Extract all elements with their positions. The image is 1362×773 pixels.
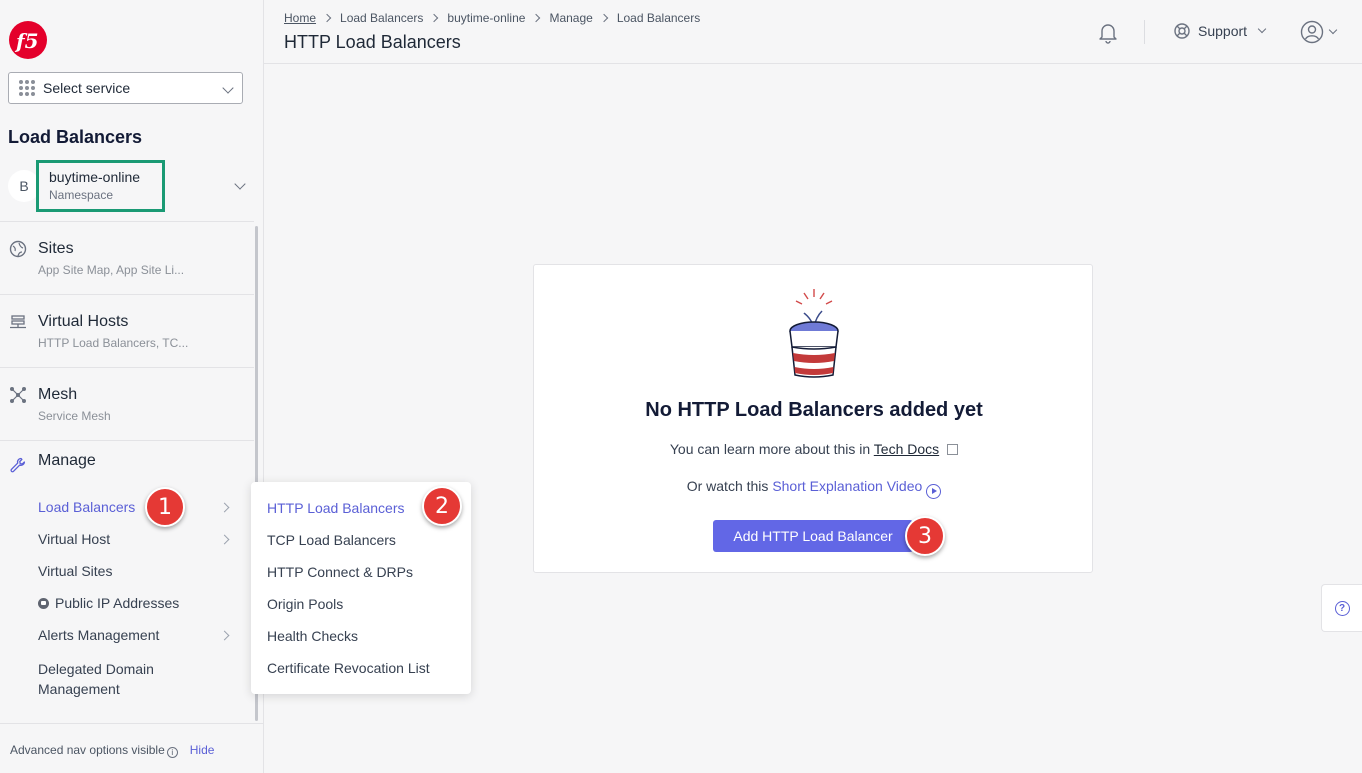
chevron-right-icon <box>322 13 332 23</box>
sidebar-item-load-balancers[interactable]: Load Balancers <box>38 499 238 515</box>
server-stack-icon <box>10 315 26 329</box>
sidebar-item-delegated-domain-management[interactable]: Delegated Domain Management <box>38 659 188 699</box>
chevron-down-icon <box>234 178 246 190</box>
flyout-item-http-connect-drps[interactable]: HTTP Connect & DRPs <box>267 564 413 580</box>
nav-item-manage[interactable]: Manage <box>0 452 254 473</box>
sidebar-item-label: Public IP Addresses <box>55 595 180 611</box>
nav-item-title: Sites <box>38 240 74 257</box>
chevron-down-icon <box>1328 25 1338 35</box>
sidebar-item-virtual-sites[interactable]: Virtual Sites <box>38 563 238 579</box>
sidebar-item-virtual-host[interactable]: Virtual Host <box>38 531 238 547</box>
info-icon[interactable]: i <box>166 747 178 758</box>
add-http-load-balancer-button[interactable]: Add HTTP Load Balancer <box>713 520 913 552</box>
nav-item-subtitle: App Site Map, App Site Li... <box>38 263 185 277</box>
chevron-down-icon <box>1257 24 1267 34</box>
app-grid-icon <box>19 80 35 96</box>
f5-logo[interactable]: f5 <box>8 20 48 60</box>
short-explanation-video-link[interactable]: Short Explanation Video <box>772 478 922 494</box>
nav-item-subtitle: HTTP Load Balancers, TC... <box>38 336 189 350</box>
support-label: Support <box>1198 23 1248 39</box>
sidebar-footer: Advanced nav options visible i Hide <box>0 723 264 773</box>
chevron-down-icon <box>222 82 234 94</box>
nav-item-title: Mesh <box>38 386 78 403</box>
step-callout-3: 3 <box>905 516 945 556</box>
hide-link[interactable]: Hide <box>190 743 215 757</box>
bell-icon[interactable] <box>1096 20 1120 44</box>
support-menu[interactable]: Support <box>1173 22 1267 40</box>
nav-item-title: Virtual Hosts <box>38 313 129 330</box>
namespace-name: buytime-online <box>49 169 141 185</box>
tech-docs-link[interactable]: Tech Docs <box>874 441 939 457</box>
flyout-item-health-checks[interactable]: Health Checks <box>267 628 358 644</box>
breadcrumb-namespace[interactable]: buytime-online <box>447 11 525 25</box>
wrench-icon <box>10 457 26 473</box>
sidebar: f5 Select service Load Balancers B buyti… <box>0 0 264 773</box>
external-link-icon[interactable] <box>947 444 959 455</box>
help-button[interactable]: ? <box>1321 584 1362 632</box>
sidebar-section-title: Load Balancers <box>8 127 143 147</box>
breadcrumb: Home Load Balancers buytime-online Manag… <box>284 11 700 25</box>
flyout-item-origin-pools[interactable]: Origin Pools <box>267 596 343 612</box>
empty-state-title: No HTTP Load Balancers added yet <box>645 399 983 421</box>
nav-item-mesh[interactable]: Mesh Service Mesh <box>0 368 254 440</box>
svg-text:f5: f5 <box>14 29 39 53</box>
video-prefix-text: Or watch this <box>686 478 769 494</box>
lock-icon <box>38 598 49 609</box>
breadcrumb-current: Load Balancers <box>616 11 701 25</box>
sidebar-item-public-ip-addresses[interactable]: Public IP Addresses <box>38 595 238 611</box>
breadcrumb-load-balancers[interactable]: Load Balancers <box>340 11 423 25</box>
sidebar-item-label: Load Balancers <box>38 499 136 515</box>
play-circle-icon[interactable] <box>926 483 942 499</box>
chevron-right-icon <box>532 13 541 23</box>
top-header: Home Load Balancers buytime-online Manag… <box>264 0 1362 64</box>
empty-state-docs-line: You can learn more about this in Tech Do… <box>534 441 1094 457</box>
plant-pot-illustration <box>789 289 839 378</box>
sidebar-item-label: Virtual Host <box>38 531 111 547</box>
breadcrumb-manage[interactable]: Manage <box>549 11 592 25</box>
mesh-icon <box>10 387 26 403</box>
namespace-selector[interactable]: B buytime-online Namespace <box>8 160 256 212</box>
step-callout-1: 1 <box>145 487 185 527</box>
page-title: HTTP Load Balancers <box>284 32 461 52</box>
chevron-right-icon <box>219 534 230 545</box>
manage-title: Manage <box>38 452 96 469</box>
select-service-label: Select service <box>43 80 131 96</box>
flyout-item-certificate-revocation-list[interactable]: Certificate Revocation List <box>267 660 430 676</box>
step-callout-2: 2 <box>422 486 462 526</box>
chevron-right-icon <box>430 13 439 23</box>
advanced-nav-text: Advanced nav options visible <box>10 743 165 757</box>
nav-item-subtitle: Service Mesh <box>38 409 111 423</box>
user-menu[interactable] <box>1300 20 1338 44</box>
nav-item-virtual-hosts[interactable]: Virtual Hosts HTTP Load Balancers, TC... <box>0 295 254 367</box>
select-service-dropdown[interactable]: Select service <box>8 72 243 104</box>
namespace-highlight-box: buytime-online Namespace <box>36 160 165 212</box>
chevron-right-icon <box>219 630 230 641</box>
nav-item-sites[interactable]: Sites App Site Map, App Site Li... <box>0 222 254 294</box>
lifebuoy-icon <box>1174 23 1190 39</box>
flyout-item-http-load-balancers[interactable]: HTTP Load Balancers <box>267 500 404 516</box>
sidebar-item-label: Delegated Domain Management <box>38 661 154 697</box>
sidebar-item-label: Virtual Sites <box>38 563 113 579</box>
sidebar-item-alerts-management[interactable]: Alerts Management <box>38 627 238 643</box>
sidebar-item-label: Alerts Management <box>38 627 160 643</box>
namespace-label: Namespace <box>49 188 114 202</box>
globe-icon <box>9 240 27 258</box>
breadcrumb-home[interactable]: Home <box>284 11 316 25</box>
user-avatar-icon <box>1300 20 1324 44</box>
empty-state-card: No HTTP Load Balancers added yet You can… <box>533 264 1093 573</box>
divider <box>0 440 254 441</box>
chevron-right-icon <box>599 13 609 23</box>
chevron-right-icon <box>219 502 230 513</box>
flyout-item-tcp-load-balancers[interactable]: TCP Load Balancers <box>267 532 396 548</box>
empty-state-video-line: Or watch this Short Explanation Video <box>534 478 1094 499</box>
question-circle-icon: ? <box>1334 600 1350 616</box>
header-divider <box>1144 20 1145 44</box>
docs-prefix-text: You can learn more about this in <box>669 441 871 457</box>
